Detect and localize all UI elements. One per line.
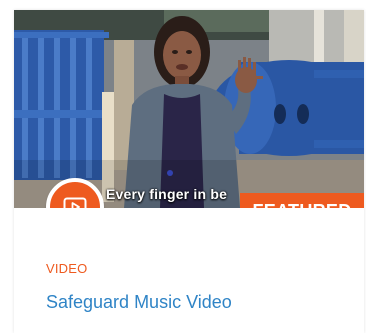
- card-body: VIDEO Safeguard Music Video: [14, 208, 364, 333]
- featured-video-card[interactable]: Every finger in be FEATURED VIDEO Safegu…: [14, 10, 364, 333]
- video-caption: Every finger in be: [106, 186, 228, 202]
- content-type-label: VIDEO: [46, 261, 88, 276]
- card-title-link[interactable]: Safeguard Music Video: [46, 292, 232, 313]
